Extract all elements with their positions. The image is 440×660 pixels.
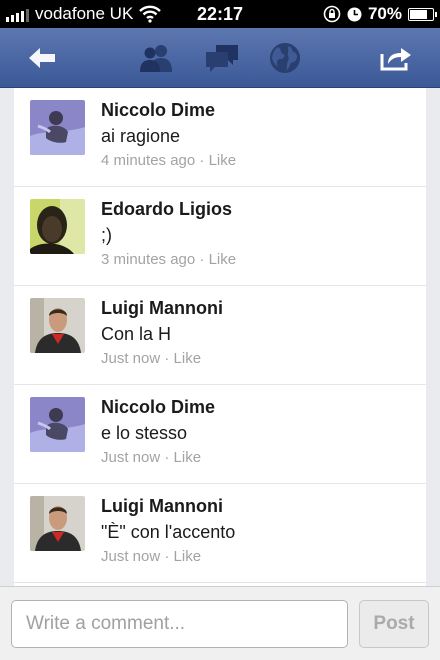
comment-text: "È" con l'accento bbox=[101, 522, 236, 542]
comment-item: Edoardo Ligios ;) 3 minutes ago · Like bbox=[14, 187, 426, 286]
friend-requests-button[interactable] bbox=[134, 40, 178, 76]
comment-author[interactable]: Luigi Mannoni bbox=[101, 298, 223, 319]
comment-text: e lo stesso bbox=[101, 423, 188, 443]
avatar[interactable] bbox=[30, 298, 85, 353]
back-arrow-icon bbox=[29, 48, 55, 68]
clock-icon bbox=[347, 7, 362, 21]
share-icon bbox=[380, 48, 411, 71]
like-link[interactable]: Like bbox=[174, 350, 202, 367]
avatar[interactable] bbox=[30, 100, 85, 155]
comment-item: Luigi Mannoni "È" con l'accento Just now… bbox=[14, 484, 426, 583]
comment-timestamp: 3 minutes ago bbox=[101, 251, 196, 268]
comment-author[interactable]: Luigi Mannoni bbox=[101, 496, 223, 517]
messages-button[interactable] bbox=[200, 40, 244, 76]
comment-meta: Just now · Like bbox=[101, 449, 202, 466]
avatar[interactable] bbox=[30, 496, 85, 551]
comment-timestamp: Just now bbox=[101, 449, 161, 466]
battery-icon bbox=[408, 7, 437, 21]
comment-text: Con la H bbox=[101, 324, 172, 344]
comment-author[interactable]: Niccolo Dime bbox=[101, 100, 215, 121]
comment-text: ai ragione bbox=[101, 126, 181, 146]
comment-author[interactable]: Niccolo Dime bbox=[101, 397, 215, 418]
avatar[interactable] bbox=[30, 397, 85, 452]
back-button[interactable] bbox=[20, 40, 64, 76]
comment-meta: 3 minutes ago · Like bbox=[101, 251, 237, 268]
comment-list: Niccolo Dime ai ragione 4 minutes ago · … bbox=[14, 88, 426, 586]
comment-meta: 4 minutes ago · Like bbox=[101, 152, 237, 169]
comment-item: Niccolo Dime ai ragione 4 minutes ago · … bbox=[14, 88, 426, 187]
comment-author[interactable]: Edoardo Ligios bbox=[101, 199, 232, 220]
comment-meta: Just now · Like bbox=[101, 548, 202, 565]
comment-timestamp: Just now bbox=[101, 350, 161, 367]
comment-composer: Post bbox=[0, 586, 440, 660]
post-button[interactable]: Post bbox=[359, 600, 429, 648]
like-link[interactable]: Like bbox=[209, 251, 237, 268]
status-bar: vodafone UK 22:17 70% bbox=[0, 0, 440, 28]
like-link[interactable]: Like bbox=[209, 152, 237, 169]
battery-percent: 70% bbox=[367, 4, 402, 23]
comment-text: ;) bbox=[101, 225, 112, 245]
avatar[interactable] bbox=[30, 199, 85, 254]
comment-timestamp: 4 minutes ago bbox=[101, 152, 196, 169]
notifications-button[interactable] bbox=[263, 40, 307, 76]
like-link[interactable]: Like bbox=[174, 548, 202, 565]
globe-icon bbox=[270, 43, 300, 73]
share-button[interactable] bbox=[374, 40, 418, 76]
messages-icon bbox=[206, 45, 238, 72]
comment-meta: Just now · Like bbox=[101, 350, 202, 367]
friends-icon bbox=[140, 45, 172, 72]
nav-bar bbox=[0, 28, 440, 88]
like-link[interactable]: Like bbox=[174, 449, 202, 466]
rotation-lock-icon bbox=[323, 5, 341, 23]
comment-timestamp: Just now bbox=[101, 548, 161, 565]
comment-item: Niccolo Dime e lo stesso Just now · Like bbox=[14, 385, 426, 484]
comment-input[interactable] bbox=[11, 600, 348, 648]
comment-item: Luigi Mannoni Con la H Just now · Like bbox=[14, 286, 426, 385]
